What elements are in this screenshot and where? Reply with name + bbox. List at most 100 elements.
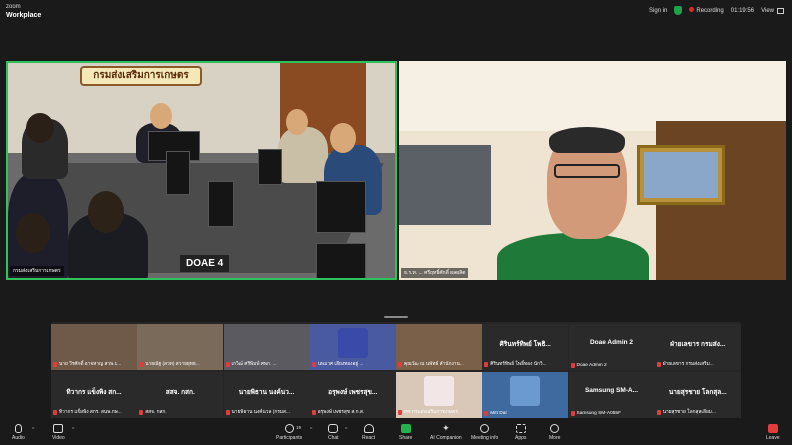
muted-mic-icon	[398, 409, 402, 415]
gallery-tile[interactable]: คุณวัฒ ณ นพัทธ์ สำนักงาน...	[396, 324, 482, 370]
shield-icon[interactable]	[674, 6, 683, 15]
view-label: View	[761, 7, 774, 14]
react-icon	[363, 424, 374, 433]
participant-name-tag: กรมส่งเสริมการเกษตร	[10, 266, 64, 276]
gallery-tile[interactable]: อรุพงษ์ เพชรสุข... อรุพงษ์ เพชรสุข ส.ก.ส.	[309, 372, 396, 418]
participant-name-tag: นพมาศ เอียงทองอยู่ ...	[311, 360, 364, 368]
camera-icon	[53, 424, 64, 433]
gallery-collapse-handle[interactable]	[384, 316, 408, 318]
muted-mic-icon	[484, 361, 489, 367]
participant-name-tag: ทิวากร แข็งพิง สกร. สนพ.กษ...	[53, 408, 122, 416]
recording-label: Recording	[696, 8, 724, 14]
recording-indicator[interactable]: Recording	[689, 7, 724, 14]
participant-name-tag: Mitt Dal	[484, 411, 507, 416]
participant-name: อรุพงษ์ เพชรสุข ส.ก.ส.	[317, 410, 365, 415]
participant-display-name: ศิรินทร์ทิพย์ โพธิ...	[499, 341, 551, 348]
leave-button[interactable]: Leave	[766, 424, 780, 441]
participant-name: Mitt Dal	[490, 411, 507, 416]
meeting-toolbar: Audio ^ Video ^ Participants 19 ^ Chat ^…	[0, 422, 792, 445]
muted-mic-icon	[139, 409, 144, 415]
sign-in-link[interactable]: Sign in	[649, 8, 667, 14]
room-sign: กรมส่งเสริมการเกษตร	[80, 66, 202, 86]
participant-name-tag: คุณวัฒ ณ นพัทธ์ สำนักงาน...	[398, 360, 464, 368]
view-button[interactable]: View	[761, 7, 784, 14]
audio-button[interactable]: Audio	[12, 424, 25, 441]
participant-name: นาย วีรศักดิ์ อาจหาญ สวพ.1...	[59, 362, 122, 367]
person-hair	[549, 127, 625, 153]
gallery-tile[interactable]: สสจ. กสก. สสจ. กสก.	[137, 372, 224, 418]
brand-line2: Workplace	[6, 12, 42, 19]
participants-count: 19	[296, 425, 302, 430]
participant-display-name: Samsung SM-A...	[584, 387, 639, 394]
gallery-tile[interactable]: เกวิฒ์ ศรีพิมพ์ ศพก. ...	[223, 324, 310, 370]
audio-label: Audio	[12, 435, 25, 441]
avatar	[424, 376, 454, 406]
meeting-info-button[interactable]: Meeting info	[471, 424, 498, 441]
participant-name: คุณวัฒ ณ นพัทธ์ สำนักงาน...	[404, 362, 464, 367]
gallery-tile[interactable]: นายสุรชาย โลกสุล... นายสุรชาย โลกสุลเลียม…	[654, 372, 741, 418]
person-head	[150, 103, 172, 129]
video-tile-main-left[interactable]: กรมส่งเสริมการเกษตร DOAE 4 กรมส่งเสริมกา…	[6, 61, 397, 280]
gallery-tile[interactable]: ศิรินทร์ทิพย์ โพธิ... ศิรินทร์ทิพย์ โพธิ์…	[482, 324, 569, 370]
sparkle-icon: ✦	[442, 423, 450, 433]
audio-options-chevron-icon[interactable]: ^	[32, 427, 34, 433]
room-label: DOAE 4	[180, 255, 230, 272]
top-bar: zoom Workplace Sign in Recording 01:19:5…	[0, 0, 792, 22]
muted-mic-icon	[139, 361, 144, 367]
apps-label: Apps	[515, 435, 527, 441]
share-button[interactable]: Share	[399, 424, 412, 441]
participant-name-tag: อรุพงษ์ เพชรสุข ส.ก.ส.	[311, 408, 365, 416]
muted-mic-icon	[225, 361, 230, 367]
apps-icon	[515, 424, 526, 433]
chat-chevron-icon[interactable]: ^	[345, 427, 347, 433]
microphone-icon	[14, 424, 22, 433]
participant-name-tag: Doae Admin 2	[570, 363, 607, 368]
ai-companion-label: AI Companion	[430, 435, 462, 441]
gallery-tile[interactable]: Doae Admin 2 Doae Admin 2	[568, 324, 655, 370]
chat-icon	[328, 424, 339, 433]
participants-chevron-icon[interactable]: ^	[310, 427, 312, 433]
gallery-tile[interactable]: ทิวากร แข็งพิง สก... ทิวากร แข็งพิง สกร. …	[51, 372, 137, 418]
participant-name-tag: ฝ่ายเลขาร กรมส่งเสริม...	[656, 360, 714, 368]
person-body	[497, 233, 649, 280]
participant-display-name: ทิวากร แข็งพิง สก...	[66, 389, 122, 396]
muted-mic-icon	[311, 409, 316, 415]
gallery-tile[interactable]: Samsung SM-A... Samsung SM-A055F	[568, 372, 655, 418]
apps-button[interactable]: Apps	[515, 424, 526, 441]
participant-name-tag: นายพิธาน นงค์นวล (กรมส...	[225, 408, 290, 416]
video-tile-main-right[interactable]: ธ.ร.ท. ... ศรีฤทธิ์ศักดิ์ ผลผลิต	[399, 61, 786, 280]
gallery-tile[interactable]: ฝ่ายเลขาร กรมส่ง... ฝ่ายเลขาร กรมส่งเสริม…	[654, 324, 741, 370]
participant-name: เกวิฒ์ ศรีพิมพ์ ศพก. ...	[231, 362, 277, 367]
gallery-tile[interactable]: นพมาศ เอียงทองอยู่ ...	[309, 324, 396, 370]
participant-display-name: อรุพงษ์ เพชรสุข...	[328, 389, 378, 396]
participant-name: สสจ. กสก.	[145, 410, 167, 415]
react-button[interactable]: React	[362, 424, 375, 441]
participant-display-name: นายสุรชาย โลกสุล...	[668, 389, 727, 396]
participant-display-name: Doae Admin 2	[589, 339, 634, 346]
person-head	[26, 113, 54, 143]
participant-display-name: ฝ่ายเลขาร กรมส่ง...	[670, 341, 726, 348]
participant-name-tag: นาย วีรศักดิ์ อาจหาญ สวพ.1...	[53, 360, 121, 368]
chat-button[interactable]: Chat	[328, 424, 339, 441]
window-blind	[399, 145, 491, 225]
gallery-tile[interactable]: Mitt Dal	[482, 372, 569, 418]
more-label: More	[549, 435, 561, 441]
more-button[interactable]: More	[549, 424, 560, 441]
participant-name-tag: ศิรินทร์ทิพย์ โพธิ์ทอง นักวิ...	[484, 360, 547, 368]
info-icon	[480, 424, 490, 433]
video-button[interactable]: Video	[52, 424, 65, 441]
meeting-info-label: Meeting info	[471, 435, 499, 441]
person-head	[330, 123, 356, 153]
video-options-chevron-icon[interactable]: ^	[72, 427, 74, 433]
ai-companion-button[interactable]: ✦ AI Companion	[430, 423, 462, 442]
muted-mic-icon	[398, 361, 402, 367]
gallery-tile[interactable]: นายณัฐ (สวท) สวายยุทธ...	[137, 324, 224, 370]
gallery-tile[interactable]: นายพิธาน นงค์นว... นายพิธาน นงค์นวล (กรมส…	[223, 372, 310, 418]
gallery-tile[interactable]: นาย วีรศักดิ์ อาจหาญ สวพ.1...	[51, 324, 137, 370]
leave-icon	[767, 424, 778, 433]
zoom-logo: zoom Workplace	[6, 4, 41, 19]
muted-mic-icon	[311, 361, 316, 367]
muted-mic-icon	[53, 361, 57, 367]
participant-name: ฝ่ายเลขาร กรมส่งเสริม...	[662, 362, 714, 367]
gallery-tile[interactable]: PR กรมส่งเสริมการเกษตร	[396, 372, 482, 418]
